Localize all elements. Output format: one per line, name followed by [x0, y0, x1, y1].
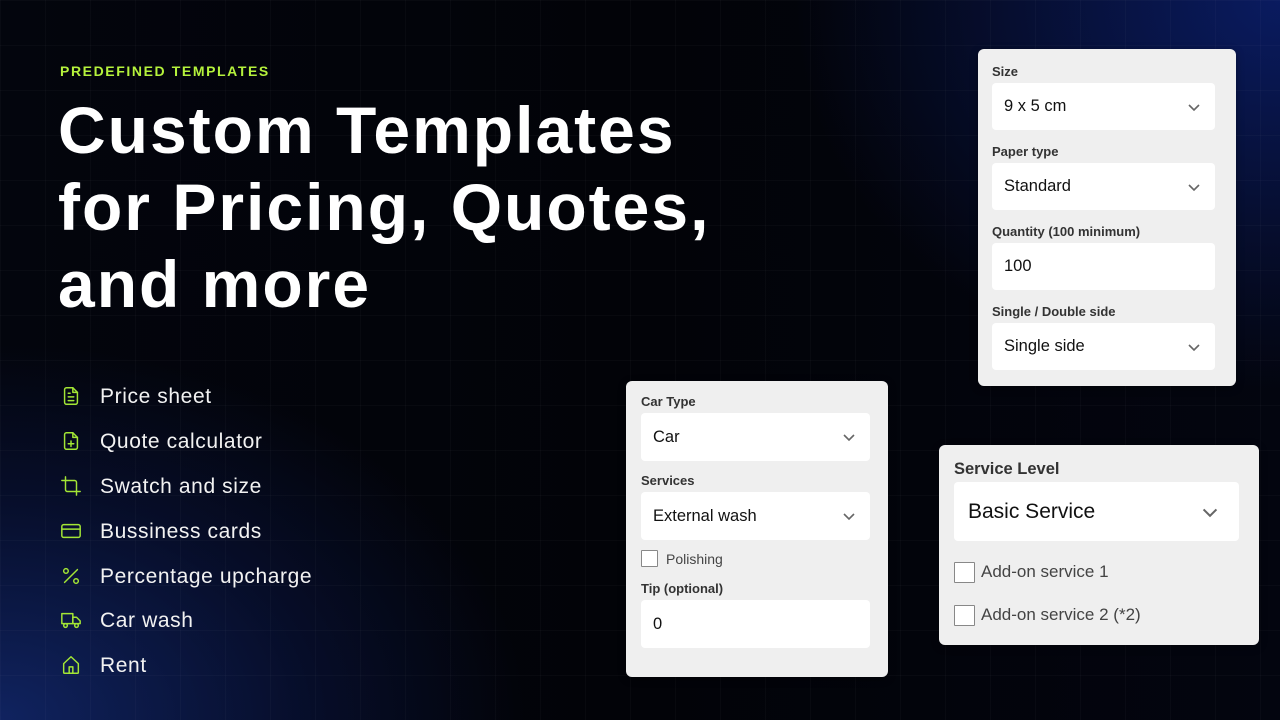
quantity-field: Quantity (100 minimum) 100 [992, 224, 1215, 290]
services-label: Services [641, 473, 695, 488]
polishing-label: Polishing [666, 550, 723, 567]
polishing-checkbox[interactable] [641, 550, 658, 567]
file-plus-icon [60, 430, 84, 454]
service-level-card: Service Level Basic Service Add-on servi… [939, 445, 1259, 645]
sides-value: Single side [1004, 337, 1085, 355]
eyebrow-label: PREDEFINED TEMPLATES [60, 63, 270, 79]
addon-checkbox-2[interactable] [954, 604, 975, 626]
size-value: 9 x 5 cm [1004, 97, 1067, 115]
feature-label: Swatch and size [100, 474, 262, 498]
feature-label: Price sheet [100, 385, 212, 409]
car-type-field: Car Type Car [641, 394, 870, 461]
credit-card-icon [60, 520, 84, 544]
feature-item-business-cards: Bussiness cards [60, 509, 312, 554]
feature-label: Car wash [100, 609, 194, 633]
chevron-down-icon [1187, 180, 1201, 194]
services-select[interactable]: External wash [641, 492, 870, 540]
sides-field: Single / Double side Single side [992, 304, 1215, 370]
service-level-select[interactable]: Basic Service [954, 482, 1239, 541]
car-type-select[interactable]: Car [641, 413, 870, 461]
car-type-value: Car [653, 427, 680, 446]
addon-option-1[interactable]: Add-on service 1 [954, 561, 1239, 583]
addon-label-2: Add-on service 2 (*2) [981, 605, 1141, 624]
print-options-card: Size 9 x 5 cm Paper type Standard Quanti… [978, 49, 1236, 386]
quantity-value: 100 [1004, 257, 1032, 275]
paper-type-value: Standard [1004, 177, 1071, 195]
car-wash-card: Car Type Car Services External wash Poli… [626, 381, 888, 677]
tip-input[interactable]: 0 [641, 600, 870, 648]
feature-label: Percentage upcharge [100, 564, 313, 588]
chevron-down-icon [1187, 100, 1201, 114]
addon-checkbox-1[interactable] [954, 561, 975, 583]
sides-label: Single / Double side [992, 304, 1116, 319]
tip-field: Tip (optional) 0 [641, 581, 870, 648]
headline-line: Custom Templates [58, 93, 676, 167]
truck-icon [60, 609, 84, 633]
feature-label: Rent [100, 654, 147, 678]
file-text-icon [60, 385, 84, 409]
size-select[interactable]: 9 x 5 cm [992, 83, 1215, 130]
paper-type-field: Paper type Standard [992, 144, 1215, 210]
service-level-label: Service Level [954, 460, 1060, 478]
paper-type-label: Paper type [992, 144, 1059, 159]
feature-item-car-wash: Car wash [60, 599, 312, 644]
services-value: External wash [653, 506, 757, 525]
feature-item-price-sheet: Price sheet [60, 375, 312, 420]
feature-item-rent: Rent [60, 644, 312, 689]
paper-type-select[interactable]: Standard [992, 163, 1215, 210]
feature-label: Quote calculator [100, 430, 263, 454]
size-field: Size 9 x 5 cm [992, 64, 1215, 130]
feature-list: Price sheet Quote calculator Swatch and … [60, 375, 312, 689]
quantity-input[interactable]: 100 [992, 243, 1215, 290]
feature-item-swatch-and-size: Swatch and size [60, 465, 312, 510]
sides-select[interactable]: Single side [992, 323, 1215, 370]
quantity-label: Quantity (100 minimum) [992, 224, 1141, 239]
polishing-option[interactable]: Polishing [641, 550, 870, 567]
feature-label: Bussiness cards [100, 519, 262, 543]
home-icon [60, 654, 84, 678]
addon-label-1: Add-on service 1 [981, 562, 1109, 581]
feature-item-percentage-upcharge: Percentage upcharge [60, 554, 312, 599]
headline-line: for Pricing, Quotes, [58, 170, 711, 244]
tip-label: Tip (optional) [641, 581, 724, 596]
car-type-label: Car Type [641, 394, 696, 409]
chevron-down-icon [842, 509, 856, 523]
tip-value: 0 [653, 614, 663, 633]
feature-item-quote-calculator: Quote calculator [60, 420, 312, 465]
headline-line: and more [58, 247, 372, 321]
crop-icon [60, 475, 84, 499]
service-level-value: Basic Service [968, 499, 1096, 523]
page-headline: Custom Templates for Pricing, Quotes, an… [58, 92, 710, 323]
chevron-down-icon [1187, 340, 1201, 354]
chevron-down-icon [842, 430, 856, 444]
addon-option-2[interactable]: Add-on service 2 (*2) [954, 604, 1239, 626]
services-field: Services External wash [641, 473, 870, 540]
percent-icon [60, 565, 84, 589]
chevron-down-icon [1201, 503, 1219, 521]
size-label: Size [992, 64, 1019, 79]
